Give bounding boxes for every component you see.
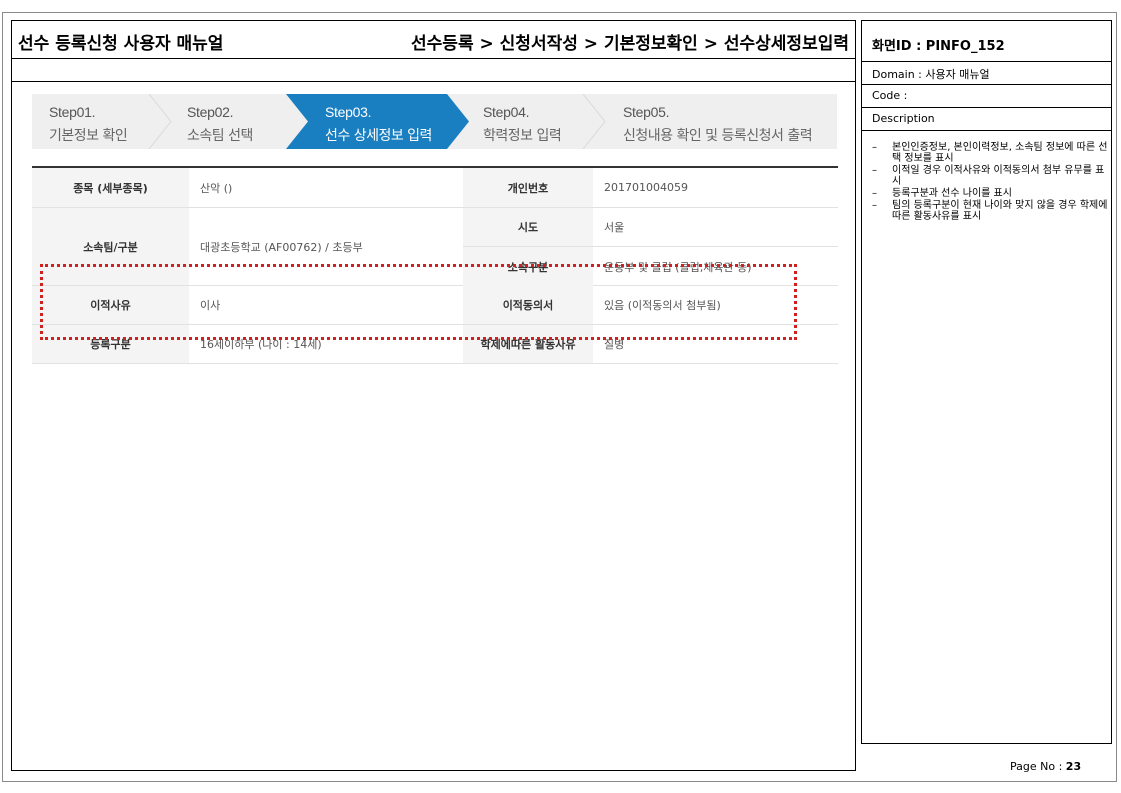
main-panel: 선수 등록신청 사용자 매뉴얼 선수등록 > 신청서작성 > 기본정보확인 > … [11,20,856,771]
list-item: 이적일 경우 이적사유와 이적동의서 첨부 유무를 표시 [872,165,1108,187]
affil-value: 운동부 및 클럽 (클럽,체육관 등) [604,260,752,274]
step-label: 기본정보 확인 [49,128,128,144]
list-item: 팀의 등록구분이 현재 나이와 맞지 않을 경우 학제에 따른 활동사유를 표시 [872,200,1108,222]
table-row: 등록구분 16세이하부 (나이 : 14세) 학제에따른 활동사유 질병 [32,325,838,364]
step-number: Step04. [483,104,530,120]
team-value: 대광초등학교 (AF00762) / 초등부 [200,240,363,254]
description-list: 본인인증정보, 본인이력정보, 소속팀 정보에 따른 선택 정보를 표시 이적일… [872,142,1108,223]
activity-reason-label: 학제에따른 활동사유 [463,325,593,363]
header-bar: 선수 등록신청 사용자 매뉴얼 선수등록 > 신청서작성 > 기본정보확인 > … [12,21,855,59]
divider [12,81,855,82]
event-label: 종목 (세부종목) [32,168,189,207]
transfer-reason-value: 이사 [200,299,221,312]
step-separator-1 [148,94,172,149]
step-number: Step01. [49,104,96,120]
list-item: 본인인증정보, 본인이력정보, 소속팀 정보에 따른 선택 정보를 표시 [872,142,1108,164]
page-title: 선수 등록신청 사용자 매뉴얼 [18,34,224,54]
step-number: Step05. [623,104,670,120]
list-item: 등록구분과 선수 나이를 표시 [872,188,1108,199]
transfer-consent-value: 있음 (이적동의서 첨부됨) [604,299,721,312]
step-number: Step02. [187,104,234,120]
domain-row: Domain : 사용자 매뉴얼 [862,62,1111,85]
city-label: 시도 [463,208,593,247]
step-label: 선수 상세정보 입력 [325,128,432,144]
step-number: Step03. [325,104,372,120]
step-separator-4 [582,94,606,149]
step-indicator: Step01. 기본정보 확인 Step02. 소속팀 선택 Step03. 선… [32,94,837,149]
table-row: 종목 (세부종목) 산악 () 개인번호 201701004059 [32,168,838,208]
team-label: 소속팀/구분 [32,208,189,285]
step-label: 학력정보 입력 [483,128,562,144]
table-row: 이적사유 이사 이적동의서 있음 (이적동의서 첨부됨) [32,286,838,325]
transfer-reason-label: 이적사유 [32,286,189,324]
step-label: 소속팀 선택 [187,128,253,144]
city-value: 서울 [593,208,838,247]
personal-no-label: 개인번호 [463,168,593,207]
event-value: 산악 () [200,181,233,195]
affil-label: 소속구분 [463,247,593,286]
page-value: 23 [1065,760,1082,773]
transfer-consent-label: 이적동의서 [463,286,593,324]
description-label: Description [862,108,1111,131]
personal-no-value: 201701004059 [604,181,688,194]
table-row: 소속팀/구분 대광초등학교 (AF00762) / 초등부 시도 서울 소속구분… [32,208,838,286]
activity-reason-value: 질병 [604,338,625,351]
player-detail-table: 종목 (세부종목) 산악 () 개인번호 201701004059 소속팀/구분… [32,166,838,364]
page-label: Page No : [1010,760,1066,773]
side-panel: 화면ID : PINFO_152 Domain : 사용자 매뉴얼 Code :… [861,20,1112,744]
code-row: Code : [862,85,1111,108]
registration-type-label: 등록구분 [32,325,189,363]
registration-type-value: 16세이하부 (나이 : 14세) [200,338,322,351]
breadcrumb: 선수등록 > 신청서작성 > 기본정보확인 > 선수상세정보입력 [411,34,849,54]
page-number: Page No : 23 [1010,760,1081,773]
step-label: 신청내용 확인 및 등록신청서 출력 [623,128,813,144]
screen-id: 화면ID : PINFO_152 [862,21,1111,62]
